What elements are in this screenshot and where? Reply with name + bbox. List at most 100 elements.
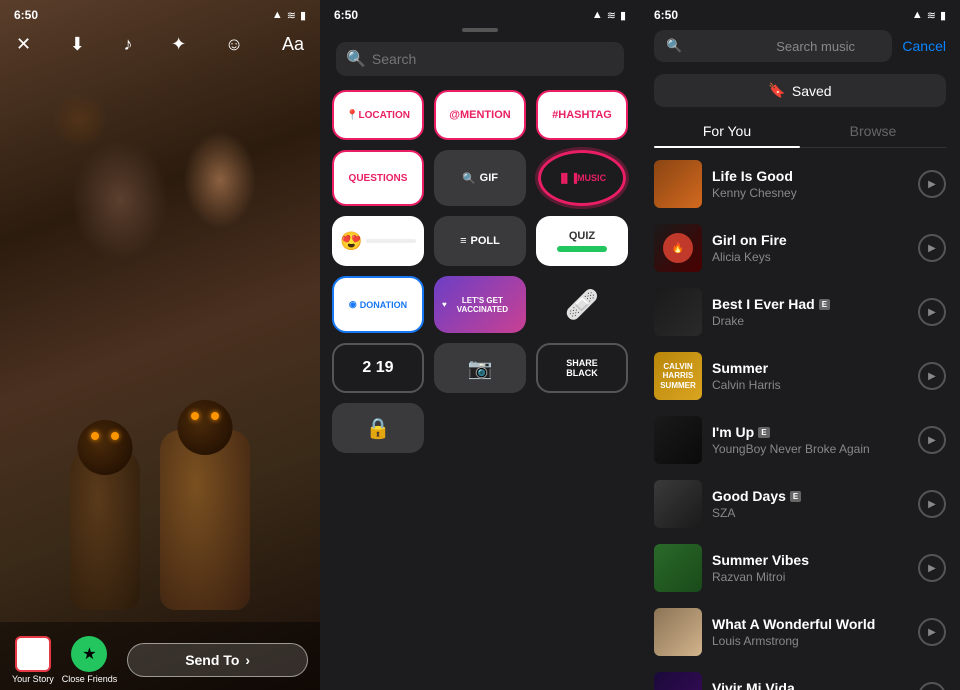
- song-info-7: Summer Vibes Razvan Mitroi: [712, 552, 908, 584]
- music-sticker-icon[interactable]: ♪: [124, 34, 133, 55]
- song-life-is-good[interactable]: Life Is Good Kenny Chesney ▶: [640, 152, 960, 216]
- location-sticker[interactable]: LOCATION: [332, 90, 424, 140]
- close-friends-label: Close Friends: [62, 674, 118, 684]
- saved-label: Saved: [792, 83, 832, 99]
- camera-sticker[interactable]: 📷: [434, 343, 526, 393]
- mention-sticker[interactable]: @MENTION: [434, 90, 526, 140]
- play-button-6[interactable]: ▶: [918, 490, 946, 518]
- song-good-days[interactable]: Good Days E SZA ▶: [640, 472, 960, 536]
- play-button-9[interactable]: ▶: [918, 682, 946, 690]
- poll-icon: ≡: [460, 235, 466, 247]
- song-info-8: What A Wonderful World Louis Armstrong: [712, 616, 908, 648]
- music-sticker-cell: ▐▌▐ MUSIC: [536, 150, 628, 206]
- jawa-body-2: [160, 430, 250, 610]
- song-artist-2: Alicia Keys: [712, 250, 908, 264]
- jawa-body: [70, 450, 140, 610]
- emoji-slider-sticker[interactable]: 😍: [332, 216, 424, 266]
- song-info-9: Vivir Mi Vida Marc Anthony: [712, 680, 908, 690]
- music-sticker[interactable]: ▐▌▐ MUSIC: [538, 150, 626, 206]
- donation-sticker[interactable]: ◉ DONATION: [332, 276, 424, 333]
- song-artist-8: Louis Armstrong: [712, 634, 908, 648]
- panel2-battery: ▮: [620, 9, 626, 22]
- panel2-status-icons: ▲ ≋ ▮: [592, 9, 626, 22]
- sticker-search-bar[interactable]: 🔍: [336, 42, 624, 76]
- send-to-arrow: ›: [245, 652, 250, 668]
- battery-icon: ▮: [300, 9, 306, 22]
- download-icon[interactable]: ⬇: [70, 34, 85, 55]
- jawa-eye-left: [91, 432, 99, 440]
- jawa-eye-right: [111, 432, 119, 440]
- song-info-5: I'm Up E YoungBoy Never Broke Again: [712, 424, 908, 456]
- lock-sticker[interactable]: 🔒: [332, 403, 424, 453]
- emoji-icon: 😍: [340, 231, 362, 252]
- fire-album-center: 🔥: [663, 233, 693, 263]
- poll-sticker[interactable]: ≡ POLL: [434, 216, 526, 266]
- song-title-5: I'm Up E: [712, 424, 908, 440]
- saved-button[interactable]: 🔖 Saved: [654, 74, 946, 107]
- play-button-8[interactable]: ▶: [918, 618, 946, 646]
- send-to-button[interactable]: Send To ›: [127, 643, 308, 677]
- song-summer[interactable]: CALVINHARRISSUMMER Summer Calvin Harris …: [640, 344, 960, 408]
- story-destinations: Your Story ★ Close Friends: [12, 636, 117, 684]
- sparkle-icon[interactable]: ✦: [171, 34, 186, 55]
- hashtag-sticker[interactable]: #HASHTAG: [536, 90, 628, 140]
- play-button-2[interactable]: ▶: [918, 234, 946, 262]
- close-friends-icon: ★: [71, 636, 107, 672]
- search-icon: 🔍: [346, 49, 366, 69]
- close-friends-item[interactable]: ★ Close Friends: [62, 636, 118, 684]
- play-button-7[interactable]: ▶: [918, 554, 946, 582]
- song-artist-7: Razvan Mitroi: [712, 570, 908, 584]
- panel1-story: 6:50 ▲ ≋ ▮ ✕ ⬇ ♪ ✦ ☺ Aa Your Story ★ Clo…: [0, 0, 320, 690]
- album-art-life-is-good: [654, 160, 702, 208]
- song-title: Life Is Good: [712, 168, 908, 184]
- jawa-eye-right-2: [211, 412, 219, 420]
- story-bottom-bar: Your Story ★ Close Friends Send To ›: [0, 622, 320, 690]
- music-list: Life Is Good Kenny Chesney ▶ 🔥 Girl on F…: [640, 148, 960, 690]
- story-image: [0, 210, 320, 610]
- tab-browse[interactable]: Browse: [800, 115, 946, 147]
- panel3-signal: ▲: [912, 9, 923, 21]
- explicit-badge-3: E: [790, 491, 801, 502]
- share-black-sticker[interactable]: SHAREBLACK: [536, 343, 628, 393]
- panel3-battery: ▮: [940, 9, 946, 22]
- close-icon[interactable]: ✕: [16, 34, 31, 55]
- your-story-item[interactable]: Your Story: [12, 636, 54, 684]
- song-im-up[interactable]: I'm Up E YoungBoy Never Broke Again ▶: [640, 408, 960, 472]
- song-girl-on-fire[interactable]: 🔥 Girl on Fire Alicia Keys ▶: [640, 216, 960, 280]
- play-button-5[interactable]: ▶: [918, 426, 946, 454]
- questions-sticker[interactable]: QUESTIONS: [332, 150, 424, 206]
- album-art-summer: CALVINHARRISSUMMER: [654, 352, 702, 400]
- bandaid-sticker[interactable]: 🩹: [536, 276, 628, 333]
- browse-label: Browse: [850, 123, 897, 139]
- sticker-search-input[interactable]: [372, 51, 614, 67]
- quiz-sticker[interactable]: QUIZ: [536, 216, 628, 266]
- song-summer-vibes[interactable]: Summer Vibes Razvan Mitroi ▶: [640, 536, 960, 600]
- gif-sticker[interactable]: 🔍 GIF: [434, 150, 526, 206]
- song-vivir-mi-vida[interactable]: Vivir Mi Vida Marc Anthony ▶: [640, 664, 960, 690]
- panel3-status-icons: ▲ ≋ ▮: [912, 9, 946, 22]
- song-title-3: Best I Ever Had E: [712, 296, 908, 312]
- vaccinated-sticker[interactable]: ♥ LET'S GET VACCINATED: [434, 276, 526, 333]
- album-art-best: [654, 288, 702, 336]
- play-button-3[interactable]: ▶: [918, 298, 946, 326]
- album-art-wonderful: [654, 608, 702, 656]
- text-icon[interactable]: Aa: [282, 34, 304, 55]
- song-best-i-ever-had[interactable]: Best I Ever Had E Drake ▶: [640, 280, 960, 344]
- song-wonderful-world[interactable]: What A Wonderful World Louis Armstrong ▶: [640, 600, 960, 664]
- explicit-badge: E: [819, 299, 830, 310]
- play-button-4[interactable]: ▶: [918, 362, 946, 390]
- play-button[interactable]: ▶: [918, 170, 946, 198]
- explicit-badge-2: E: [758, 427, 769, 438]
- tab-for-you[interactable]: For You: [654, 115, 800, 147]
- bottom-row: Your Story ★ Close Friends Send To ›: [0, 630, 320, 690]
- panel3-music-picker: 6:50 ▲ ≋ ▮ 🔍 Search music Cancel 🔖 Saved…: [640, 0, 960, 690]
- countdown-sticker[interactable]: 2 19: [332, 343, 424, 393]
- jawa-figure-left: [70, 450, 140, 610]
- jawa-eye-left-2: [191, 412, 199, 420]
- cancel-button[interactable]: Cancel: [902, 38, 946, 54]
- your-story-thumb: [15, 636, 51, 672]
- song-artist: Kenny Chesney: [712, 186, 908, 200]
- music-search-field[interactable]: 🔍 Search music: [654, 30, 892, 62]
- face-icon[interactable]: ☺: [225, 34, 243, 55]
- drag-handle: [462, 28, 498, 32]
